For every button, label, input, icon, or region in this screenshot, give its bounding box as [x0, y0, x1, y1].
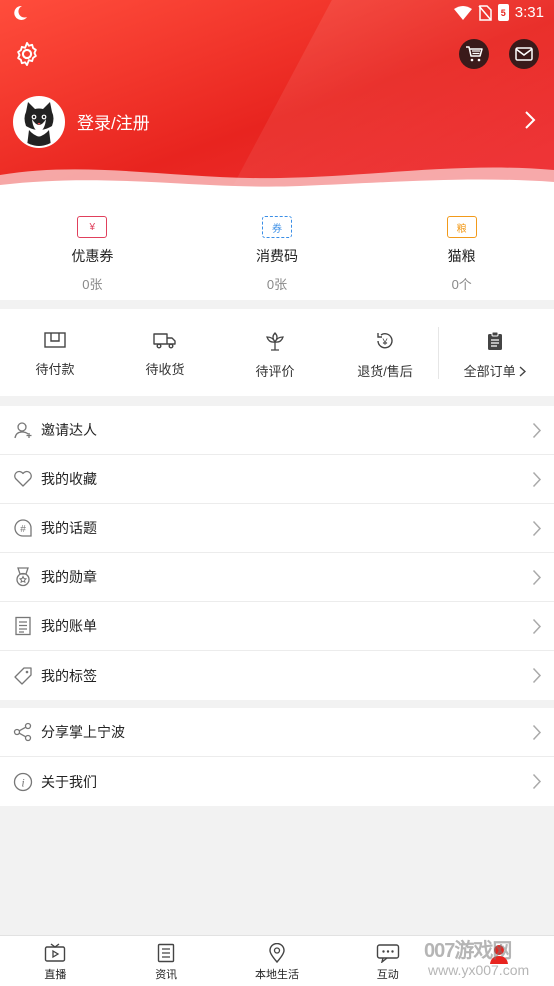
order-pending-review[interactable]: 待评价 — [220, 309, 330, 396]
menu-label: 邀请达人 — [41, 422, 97, 438]
watermark-url: www.yx007.com — [428, 962, 530, 978]
order-shortcuts: 待付款 待收货 待评价 ¥ 退货/售后 全部订单 — [0, 309, 554, 396]
status-bar: 5 3:31 — [0, 0, 554, 26]
mail-icon — [515, 47, 533, 61]
cart-button[interactable] — [459, 39, 489, 69]
menu-label: 我的话题 — [41, 520, 97, 536]
stat-cat-food[interactable]: 粮 猫粮 0个 — [369, 200, 554, 300]
tag-icon — [13, 666, 33, 686]
order-label: 待评价 — [255, 364, 295, 379]
bill-icon — [13, 616, 33, 636]
svg-text:#: # — [20, 524, 26, 535]
menu-label: 我的标签 — [41, 667, 97, 684]
menu-item-favorites[interactable]: 我的收藏 — [0, 455, 554, 504]
order-label: 待收货 — [145, 362, 185, 377]
divider — [438, 327, 439, 379]
tab-label: 互动 — [376, 969, 399, 981]
tab-local-life[interactable]: 本地生活 — [222, 936, 333, 986]
wallet-stats: ¥ 优惠券 0张 券 消费码 0张 粮 猫粮 0个 — [0, 200, 554, 300]
voucher-icon: 券 — [262, 216, 292, 238]
chat-bubble-icon — [376, 944, 399, 963]
wifi-icon — [453, 5, 472, 20]
settings-gear-icon[interactable] — [13, 40, 41, 68]
menu-group-about: 分享掌上宁波 i 关于我们 — [0, 708, 554, 806]
chevron-right-icon — [532, 618, 542, 635]
tv-play-icon — [45, 943, 66, 962]
watermark-text: 007游戏网 — [424, 940, 512, 962]
chevron-right-icon — [532, 471, 542, 488]
tab-news[interactable]: 资讯 — [111, 936, 222, 986]
order-pending-receipt[interactable]: 待收货 — [110, 309, 220, 396]
truck-icon — [153, 333, 176, 349]
login-register-link[interactable]: 登录/注册 — [77, 109, 150, 134]
chevron-right-icon — [532, 569, 542, 586]
cat-avatar-icon — [24, 102, 54, 146]
svg-text:¥: ¥ — [381, 337, 388, 347]
message-button[interactable] — [509, 39, 539, 69]
svg-text:i: i — [21, 775, 24, 789]
moon-icon — [14, 5, 27, 20]
tab-label: 本地生活 — [254, 969, 299, 981]
profile-header — [0, 0, 554, 200]
chevron-right-icon — [532, 667, 542, 684]
header-wave — [0, 167, 554, 200]
stat-consumption-code[interactable]: 券 消费码 0张 — [185, 200, 370, 300]
menu-item-about[interactable]: i 关于我们 — [0, 757, 554, 806]
heart-icon — [13, 469, 33, 489]
menu-label: 我的账单 — [41, 618, 97, 634]
battery-icon: 5 — [497, 4, 509, 21]
order-label: 全部订单 — [464, 361, 527, 380]
menu-item-medals[interactable]: 我的勋章 — [0, 553, 554, 602]
menu-item-tags[interactable]: 我的标签 — [0, 651, 554, 700]
share-icon — [13, 722, 33, 742]
coupon-icon: ¥ — [77, 216, 108, 238]
order-pending-payment[interactable]: 待付款 — [0, 309, 110, 396]
tab-live[interactable]: 直播 — [0, 936, 111, 986]
info-icon: i — [13, 772, 33, 792]
stat-coupon[interactable]: ¥ 优惠券 0张 — [0, 200, 185, 300]
user-add-icon — [13, 420, 33, 440]
stat-label: 猫粮 — [447, 248, 476, 264]
order-label: 退货/售后 — [357, 364, 413, 379]
menu-item-invite[interactable]: 邀请达人 — [0, 406, 554, 455]
menu-label: 我的收藏 — [41, 471, 97, 487]
chevron-right-icon — [532, 520, 542, 537]
cart-icon — [466, 46, 483, 62]
flower-icon — [266, 332, 284, 351]
chevron-right-icon — [519, 366, 527, 377]
medal-icon — [13, 567, 33, 587]
location-pin-icon — [269, 943, 285, 963]
tab-label: 资讯 — [155, 969, 178, 981]
tab-label: 直播 — [44, 969, 67, 981]
cat-food-icon: 粮 — [446, 216, 477, 238]
chevron-right-icon[interactable] — [524, 110, 536, 130]
stat-value: 0个 — [451, 277, 472, 292]
status-time: 3:31 — [514, 4, 544, 21]
stat-value: 0张 — [266, 277, 288, 292]
menu-label: 分享掌上宁波 — [41, 724, 125, 740]
menu-label: 关于我们 — [41, 773, 97, 790]
order-all[interactable]: 全部订单 — [440, 309, 550, 396]
stat-label: 消费码 — [256, 248, 298, 264]
stat-value: 0张 — [82, 277, 103, 292]
stat-label: 优惠券 — [71, 248, 114, 264]
menu-group-main: 邀请达人 我的收藏 # 我的话题 我的勋章 我的账单 我的标签 — [0, 406, 554, 700]
order-returns[interactable]: ¥ 退货/售后 — [330, 309, 440, 396]
chevron-right-icon — [532, 773, 542, 790]
wallet-icon — [44, 332, 66, 348]
chevron-right-icon — [532, 724, 542, 741]
clipboard-icon — [488, 331, 502, 350]
chevron-right-icon — [532, 422, 542, 439]
menu-item-topics[interactable]: # 我的话题 — [0, 504, 554, 553]
no-sim-icon — [478, 4, 492, 21]
refund-icon: ¥ — [377, 333, 393, 349]
news-icon — [157, 943, 175, 963]
order-label: 待付款 — [35, 362, 75, 377]
hashtag-icon: # — [13, 518, 33, 538]
avatar[interactable] — [13, 96, 65, 148]
menu-item-bills[interactable]: 我的账单 — [0, 602, 554, 651]
menu-label: 我的勋章 — [41, 569, 97, 585]
menu-item-share[interactable]: 分享掌上宁波 — [0, 708, 554, 757]
